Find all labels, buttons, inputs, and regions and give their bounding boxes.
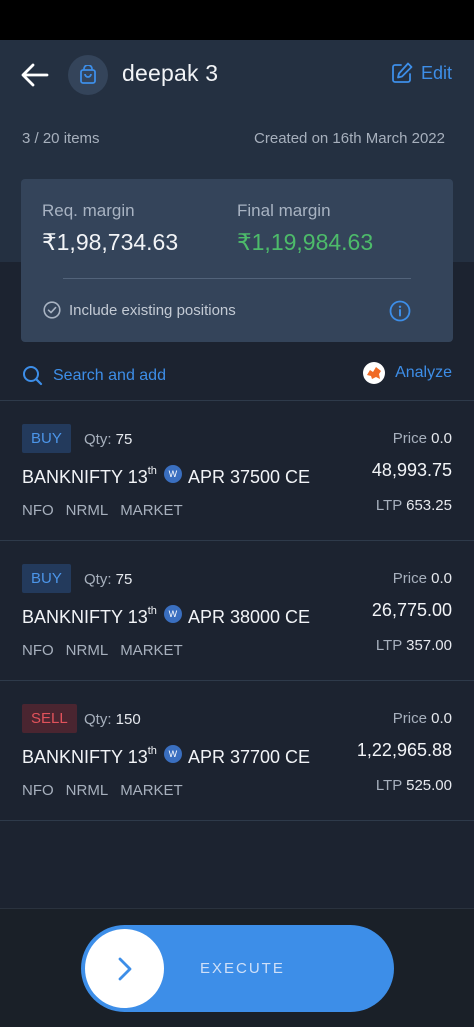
edit-button[interactable]: Edit: [391, 62, 452, 84]
product-tag: NRML: [65, 502, 109, 519]
arrow-left-icon: [21, 63, 49, 87]
quantity: Qty: 75: [84, 431, 133, 448]
quantity: Qty: 75: [84, 571, 133, 588]
margin-card: Req. margin ₹1,98,734.63 Final margin ₹1…: [21, 179, 453, 342]
order-row[interactable]: SELL Qty: 150 BANKNIFTY 13th W APR 37700…: [0, 681, 474, 821]
edit-icon: [392, 62, 413, 83]
order-price: Price 0.0: [392, 570, 452, 587]
exchange-tag: NFO: [22, 642, 54, 659]
include-positions-label: Include existing positions: [69, 301, 236, 319]
basket-meta: 3 / 20 items Created on 16th March 2022: [22, 130, 445, 147]
order-price: Price 0.0: [392, 710, 452, 727]
status-bar: [0, 0, 474, 40]
order-tags: NFO NRML MARKET: [22, 502, 183, 519]
analyze-label: Analyze: [395, 364, 452, 381]
chevron-right-icon: [118, 957, 131, 980]
last-traded-price: LTP 357.00: [375, 637, 452, 654]
basket-avatar: [68, 55, 108, 95]
check-circle-icon: [43, 301, 61, 319]
footer-bar: EXECUTE: [0, 908, 474, 1027]
edit-label: Edit: [420, 62, 452, 83]
order-row[interactable]: BUY Qty: 75 BANKNIFTY 13th W APR 37500 C…: [0, 401, 474, 541]
info-button[interactable]: [389, 300, 411, 322]
weekly-expiry-badge: W: [163, 605, 182, 623]
card-divider: [63, 278, 411, 279]
required-margin: Req. margin ₹1,98,734.63: [42, 201, 178, 256]
order-tags: NFO NRML MARKET: [22, 642, 183, 659]
top-bar: deepak 3 Edit: [0, 40, 474, 110]
side-badge: SELL: [22, 704, 77, 733]
last-traded-price: LTP 525.00: [375, 777, 452, 794]
weekly-expiry-badge: W: [163, 465, 182, 483]
analyze-logo-icon: [363, 362, 386, 384]
exchange-tag: NFO: [22, 782, 54, 799]
items-count: 3 / 20 items: [22, 130, 100, 147]
order-value: 1,22,965.88: [356, 740, 452, 760]
side-badge: BUY: [22, 564, 71, 593]
order-row[interactable]: BUY Qty: 75 BANKNIFTY 13th W APR 38000 C…: [0, 541, 474, 681]
order-value: 48,993.75: [371, 460, 452, 480]
final-margin: Final margin ₹1,19,984.63: [237, 201, 373, 256]
order-value: 26,775.00: [371, 600, 452, 620]
final-margin-label: Final margin: [237, 201, 331, 220]
order-price: Price 0.0: [392, 430, 452, 447]
last-traded-price: LTP 653.25: [375, 497, 452, 514]
execute-slider[interactable]: EXECUTE: [81, 925, 394, 1012]
search-and-add-button[interactable]: Search and add: [22, 365, 166, 386]
order-type-tag: MARKET: [120, 782, 183, 799]
info-icon: [389, 300, 411, 322]
execute-label: EXECUTE: [200, 960, 285, 977]
final-margin-value: ₹1,19,984.63: [237, 229, 374, 255]
required-margin-value: ₹1,98,734.63: [42, 229, 179, 255]
analyze-button[interactable]: Analyze: [363, 362, 452, 384]
instrument-name: BANKNIFTY 13th W APR 38000 CE: [22, 605, 311, 627]
side-badge: BUY: [22, 424, 71, 453]
order-type-tag: MARKET: [120, 502, 183, 519]
weekly-expiry-badge: W: [163, 745, 182, 763]
back-button[interactable]: [18, 58, 52, 92]
basket-title: deepak 3: [122, 60, 219, 86]
exchange-tag: NFO: [22, 502, 54, 519]
execute-slider-handle[interactable]: [85, 929, 164, 1008]
product-tag: NRML: [65, 642, 109, 659]
search-icon: [23, 366, 43, 386]
order-type-tag: MARKET: [120, 642, 183, 659]
product-tag: NRML: [65, 782, 109, 799]
shopping-bag-icon: [80, 65, 96, 84]
created-date: Created on 16th March 2022: [254, 130, 445, 147]
search-and-add-label: Search and add: [53, 366, 166, 384]
instrument-name: BANKNIFTY 13th W APR 37500 CE: [22, 465, 311, 487]
instrument-name: BANKNIFTY 13th W APR 37700 CE: [22, 745, 311, 767]
required-margin-label: Req. margin: [42, 201, 135, 220]
order-list: BUY Qty: 75 BANKNIFTY 13th W APR 37500 C…: [0, 400, 474, 821]
quantity: Qty: 150: [84, 711, 141, 728]
order-tags: NFO NRML MARKET: [22, 782, 183, 799]
include-positions-toggle[interactable]: Include existing positions: [43, 301, 236, 319]
